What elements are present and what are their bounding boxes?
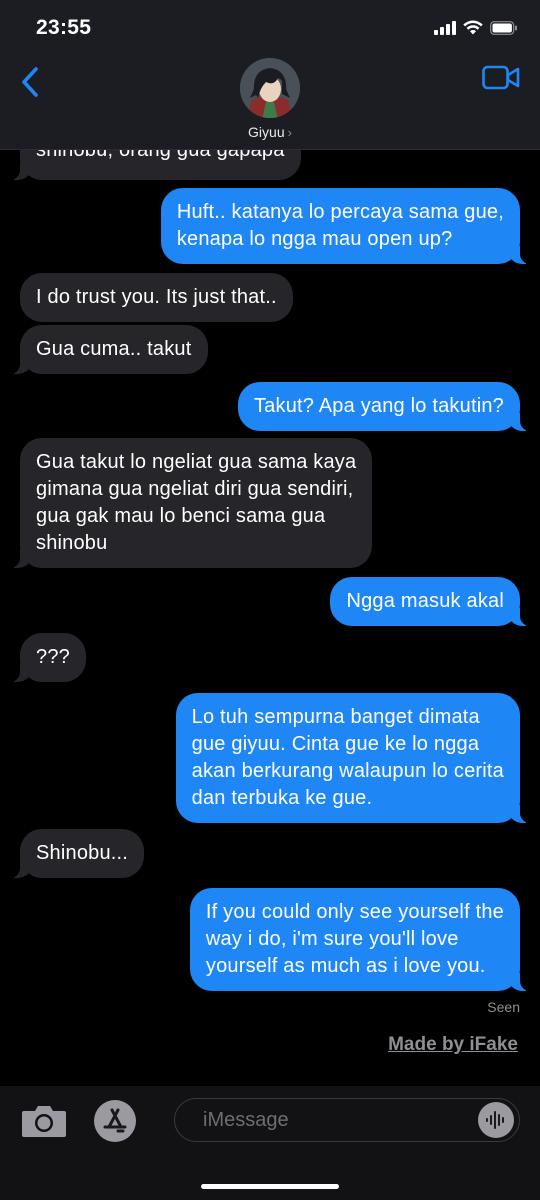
message-bubble-sent[interactable]: If you could only see yourself the way i… <box>189 888 531 991</box>
cellular-signal-icon <box>434 20 456 35</box>
battery-icon <box>490 20 517 35</box>
facetime-video-button[interactable] <box>482 65 520 91</box>
message-bubble-received[interactable]: Gua cuma.. takut <box>10 325 208 374</box>
status-time: 23:55 <box>36 16 92 39</box>
audio-message-button[interactable] <box>478 1102 514 1138</box>
message-text: If you could only see yourself the way i… <box>205 901 504 977</box>
waveform-icon <box>486 1111 504 1129</box>
camera-icon <box>22 1106 66 1137</box>
message-bubble-sent[interactable]: Takut? Apa yang lo takutin? <box>237 382 531 431</box>
avatar-image <box>240 58 300 118</box>
status-bar: 23:55 <box>0 0 540 58</box>
message-bubble-received[interactable]: ??? <box>10 633 86 682</box>
imessage-input-container <box>174 1098 520 1142</box>
message-text: I do trust you. Its just that.. <box>36 286 277 308</box>
message-text: ??? <box>36 646 70 668</box>
contact-name-label: Giyuu <box>248 124 285 140</box>
watermark: Made by iFake <box>388 1034 518 1055</box>
message-text: Gua cuma.. takut <box>36 338 192 360</box>
message-bubble-received[interactable]: shinobu, orang gua gapapa <box>10 150 301 180</box>
message-bubble-received[interactable]: I do trust you. Its just that.. <box>20 273 293 322</box>
message-bubble-sent[interactable]: Ngga masuk akal <box>330 577 530 626</box>
message-text: Ngga masuk akal <box>346 590 504 612</box>
conversation-header: Giyuu › <box>0 58 540 150</box>
chevron-right-icon: › <box>287 125 292 140</box>
app-store-button[interactable] <box>94 1100 136 1142</box>
message-bubble-received[interactable]: Gua takut lo ngeliat gua sama kaya giman… <box>9 438 373 568</box>
message-text: Takut? Apa yang lo takutin? <box>253 395 504 417</box>
message-bubble-received[interactable]: Shinobu... <box>9 829 145 878</box>
imessage-input[interactable] <box>203 1107 463 1133</box>
video-camera-icon <box>482 65 520 90</box>
message-text: Lo tuh sempurna banget dimata gue giyuu.… <box>191 706 504 809</box>
message-composer <box>0 1086 540 1200</box>
message-thread[interactable]: shinobu, orang gua gapapa Huft.. katanya… <box>0 150 540 1086</box>
chevron-left-icon <box>22 67 38 97</box>
message-text: Shinobu... <box>36 842 129 864</box>
message-text: Gua takut lo ngeliat gua sama kaya giman… <box>36 451 357 554</box>
message-bubble-sent[interactable]: Lo tuh sempurna banget dimata gue giyuu.… <box>175 693 531 823</box>
back-button[interactable] <box>20 64 50 100</box>
status-icons <box>434 20 518 35</box>
contact-avatar[interactable] <box>240 58 300 118</box>
message-bubble-sent[interactable]: Huft.. katanya lo percaya sama gue, kena… <box>160 188 531 264</box>
wifi-icon <box>463 20 483 35</box>
app-store-icon <box>103 1108 127 1133</box>
camera-button[interactable] <box>20 1104 68 1138</box>
message-text: Huft.. katanya lo percaya sama gue, kena… <box>176 201 504 250</box>
read-receipt: Seen <box>487 999 520 1015</box>
contact-name[interactable]: Giyuu › <box>0 124 540 140</box>
message-text: shinobu, orang gua gapapa <box>36 150 285 161</box>
home-indicator[interactable] <box>201 1184 339 1189</box>
